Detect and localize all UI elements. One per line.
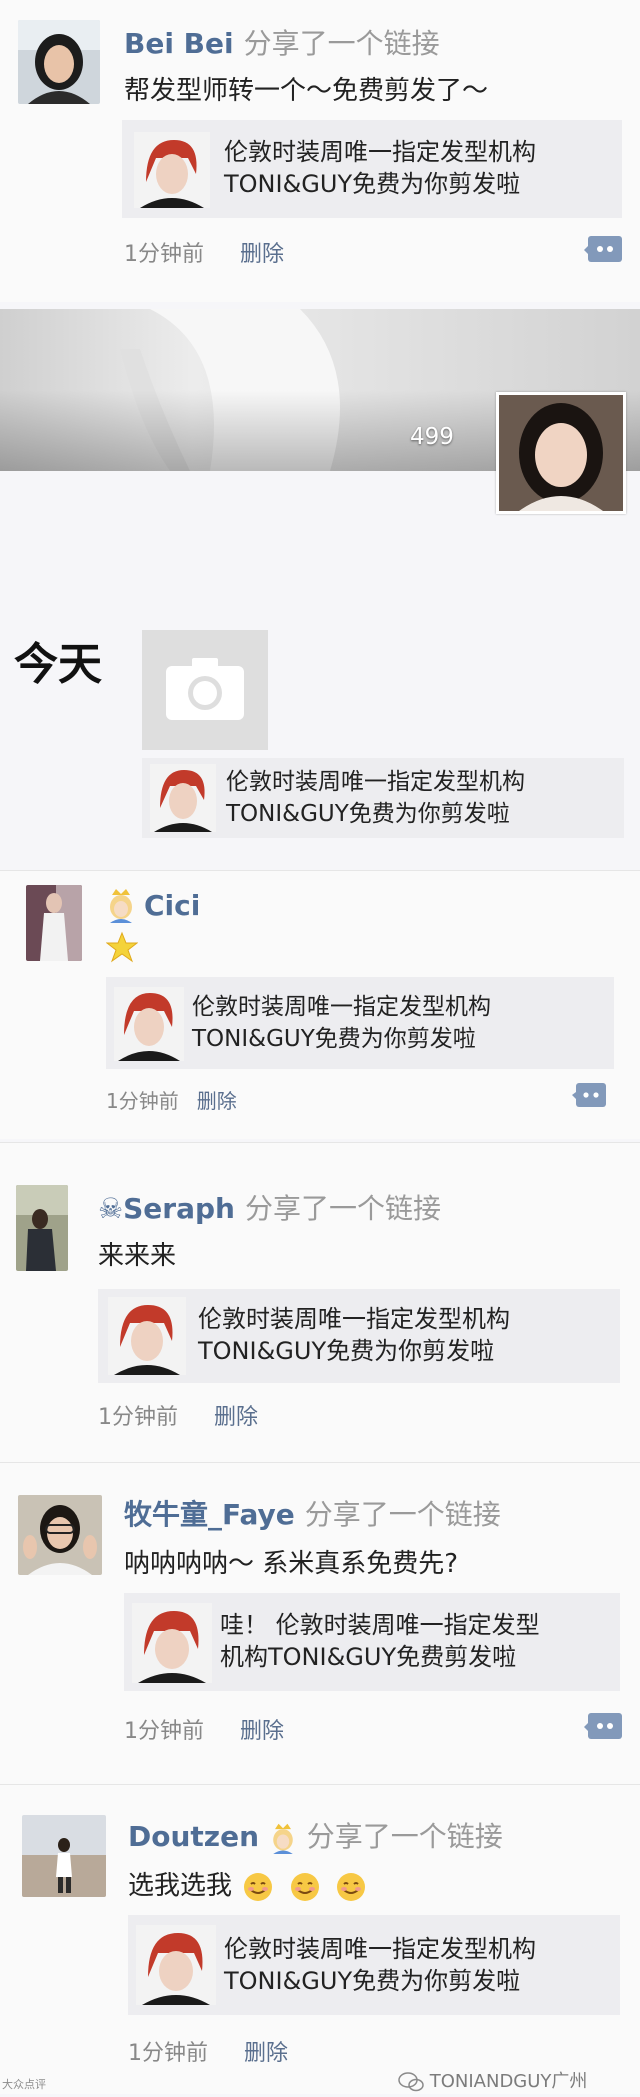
post-time: 1分钟前	[124, 1719, 204, 1744]
link-thumbnail	[132, 1603, 212, 1683]
moment-post-bei-bei: Bei Bei 分享了一个链接 帮发型师转一个～免费剪发了～ 伦敦时装周唯一指定发…	[0, 0, 640, 302]
post-meta: 1分钟前 删除	[124, 1713, 284, 1745]
smile-emoji-icon	[289, 1871, 321, 1903]
poster-name[interactable]: Doutzen 分享了一个链接	[128, 1815, 503, 1855]
moment-post-doutzen: Doutzen 分享了一个链接 选我选我 伦敦时装周唯一指定发型机构 TONI&…	[0, 1784, 640, 2094]
shared-link-card[interactable]: 伦敦时装周唯一指定发型机构 TONI&GUY免费为你剪发啦	[98, 1289, 620, 1383]
post-text: 帮发型师转一个～免费剪发了～	[124, 76, 489, 106]
post-text: 来来来	[98, 1241, 177, 1271]
shared-link-card[interactable]: 伦敦时装周唯一指定发型机构 TONI&GUY免费为你剪发啦	[106, 977, 614, 1069]
camera-icon[interactable]	[142, 630, 268, 750]
link-title: 伦敦时装周唯一指定发型机构 TONI&GUY免费为你剪发啦	[224, 138, 536, 198]
delete-link[interactable]: 删除	[240, 242, 284, 267]
poster-name[interactable]: ☠Seraph 分享了一个链接	[98, 1187, 441, 1227]
avatar[interactable]	[16, 1185, 68, 1271]
link-thumbnail	[134, 132, 210, 208]
poster-name[interactable]: Cici	[144, 889, 200, 922]
link-title: 伦敦时装周唯一指定发型机构 TONI&GUY免费为你剪发啦	[224, 1935, 536, 1995]
link-title: 伦敦时装周唯一指定发型机构 TONI&GUY免费为你剪发啦	[226, 769, 525, 827]
avatar[interactable]	[26, 885, 82, 961]
avatar[interactable]	[18, 1495, 102, 1575]
moment-post-cici: Cici 伦敦时装周唯一指定发型机构 TONI&GUY免费为你剪发啦 1分钟前删…	[0, 870, 640, 1139]
link-thumbnail	[136, 1925, 216, 2005]
shared-link-card[interactable]: 伦敦时装周唯一指定发型机构 TONI&GUY免费为你剪发啦	[142, 758, 624, 838]
star-icon	[105, 931, 139, 963]
crown-emoji-icon	[269, 1822, 297, 1854]
avatar[interactable]	[18, 20, 100, 104]
post-meta: 1分钟前 删除	[128, 2035, 288, 2067]
link-thumbnail	[150, 764, 216, 832]
today-label: 今天	[14, 639, 102, 690]
delete-link[interactable]: 删除	[214, 1405, 258, 1430]
poster-name[interactable]: 牧牛童_Faye 分享了一个链接	[124, 1493, 501, 1533]
post-text: 选我选我	[128, 1865, 367, 1903]
comment-icon[interactable]	[572, 1083, 606, 1109]
shared-link-card[interactable]: 哇！ 伦敦时装周唯一指定发型 机构TONI&GUY免费剪发啦	[124, 1593, 620, 1691]
comment-icon[interactable]	[584, 1713, 622, 1741]
moment-post-seraph: ☠Seraph 分享了一个链接 来来来 伦敦时装周唯一指定发型机构 TONI&GU…	[0, 1142, 640, 1463]
poster-name[interactable]: Bei Bei 分享了一个链接	[124, 22, 440, 62]
link-title: 哇！ 伦敦时装周唯一指定发型 机构TONI&GUY免费剪发啦	[220, 1611, 540, 1671]
delete-link[interactable]: 删除	[240, 1719, 284, 1744]
post-meta: 1分钟前 删除	[106, 1085, 237, 1114]
post-time: 1分钟前	[106, 1089, 179, 1113]
watermark: TONIANDGUY广州	[398, 2067, 587, 2093]
wechat-logo-icon	[398, 2072, 424, 2092]
crown-emoji-icon	[106, 887, 136, 923]
link-thumbnail	[108, 1297, 186, 1375]
cover-count: 499	[410, 424, 454, 450]
shared-link-card[interactable]: 伦敦时装周唯一指定发型机构 TONI&GUY免费为你剪发啦	[128, 1915, 620, 2015]
moment-post-faye: 牧牛童_Faye 分享了一个链接 呐呐呐呐～ 系米真系免费先? 哇！ 伦敦时装周唯…	[0, 1462, 640, 1785]
delete-link[interactable]: 删除	[244, 2041, 288, 2066]
post-meta: 1分钟前 删除	[124, 236, 284, 268]
link-title: 伦敦时装周唯一指定发型机构 TONI&GUY免费为你剪发啦	[192, 994, 491, 1052]
delete-link[interactable]: 删除	[197, 1089, 237, 1113]
corner-watermark: 大众点评	[2, 2078, 46, 2091]
post-time: 1分钟前	[98, 1405, 178, 1430]
smile-emoji-icon	[242, 1871, 274, 1903]
post-time: 1分钟前	[124, 242, 204, 267]
smile-emoji-icon	[335, 1871, 367, 1903]
post-text: 呐呐呐呐～ 系米真系免费先?	[124, 1549, 459, 1579]
link-thumbnail	[114, 987, 184, 1061]
my-avatar[interactable]	[496, 392, 626, 514]
avatar[interactable]	[22, 1815, 106, 1897]
post-time: 1分钟前	[128, 2041, 208, 2066]
comment-icon[interactable]	[584, 236, 622, 264]
post-meta: 1分钟前 删除	[98, 1399, 258, 1431]
link-title: 伦敦时装周唯一指定发型机构 TONI&GUY免费为你剪发啦	[198, 1305, 510, 1365]
shared-link-card[interactable]: 伦敦时装周唯一指定发型机构 TONI&GUY免费为你剪发啦	[122, 120, 622, 218]
